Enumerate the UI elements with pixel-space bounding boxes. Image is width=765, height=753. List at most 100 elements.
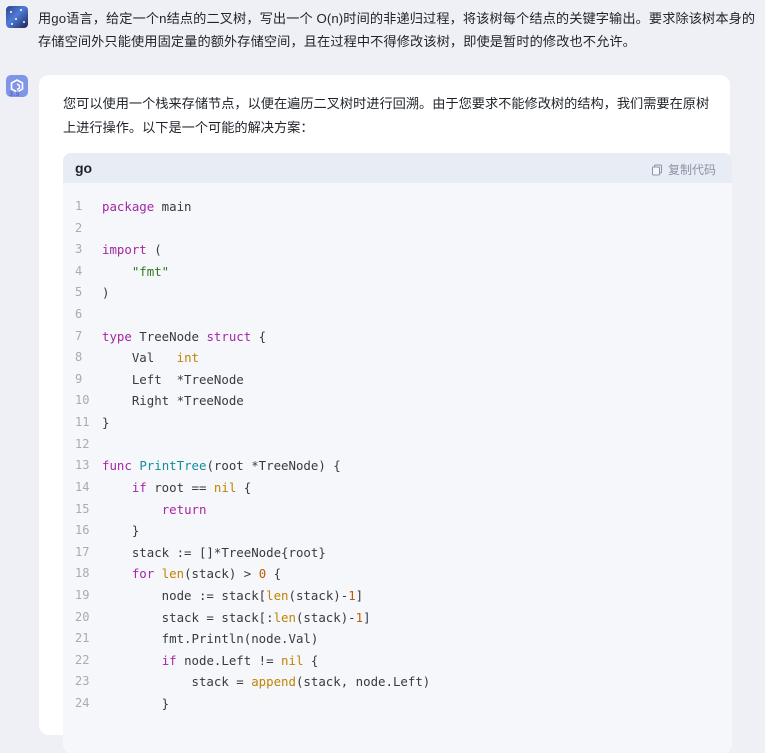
code-text: return [102, 499, 207, 521]
code-line: 15 return [63, 499, 732, 521]
line-number: 13 [75, 458, 90, 473]
code-token: func [102, 458, 132, 474]
code-text: type TreeNode struct { [102, 326, 266, 348]
code-token: ] [363, 609, 371, 625]
code-token: Val [102, 350, 177, 366]
code-token: ) [102, 285, 110, 301]
assistant-intro-text: 您可以使用一个栈来存储节点，以便在遍历二叉树时进行回溯。由于您要求不能修改树的结… [63, 96, 710, 135]
code-text: } [102, 520, 139, 542]
code-token: append [251, 674, 296, 690]
code-token: Right *TreeNode [102, 393, 244, 409]
code-text: node := stack[len(stack)-1] [102, 585, 363, 607]
code-token: ( [146, 242, 162, 258]
copy-icon [651, 164, 662, 175]
code-text: for len(stack) > 0 { [102, 563, 281, 585]
code-token: nil [281, 652, 304, 668]
code-line: 1 package main [63, 196, 732, 218]
line-number: 5 [75, 285, 83, 300]
code-token: (stack) > [184, 566, 259, 582]
code-text: Left *TreeNode [102, 369, 244, 391]
code-token: "fmt" [131, 263, 170, 279]
code-token: len [273, 609, 296, 625]
code-text: } [102, 693, 169, 715]
code-token: PrintTree [139, 458, 207, 474]
line-number: 22 [75, 652, 90, 667]
code-token: root == [146, 479, 214, 495]
code-token: 1 [355, 609, 364, 625]
code-token: { [303, 652, 319, 668]
code-line: 17 stack := []*TreeNode{root} [63, 542, 732, 564]
user-message-text: 用go语言，给定一个n结点的二叉树，写出一个 O(n)时间的非递归过程，将该树每… [38, 11, 756, 49]
code-text: import ( [102, 239, 162, 261]
code-text: Val int [102, 347, 199, 369]
user-avatar-icon [6, 6, 28, 28]
code-line: 14 if root == nil { [63, 477, 732, 499]
code-line: 6 [63, 304, 732, 326]
code-token: nil [213, 479, 237, 495]
line-number: 2 [75, 220, 83, 235]
code-token: } [102, 523, 140, 539]
code-line: 23 stack = append(stack, node.Left) [63, 671, 732, 693]
code-line: 8 Val int [63, 347, 732, 369]
code-token: TreeNode [131, 328, 207, 344]
code-line: 20 stack = stack[:len(stack)-1] [63, 607, 732, 629]
code-text: stack = stack[:len(stack)-1] [102, 607, 371, 629]
code-text: stack := []*TreeNode{root} [102, 542, 326, 564]
line-number: 23 [75, 674, 90, 689]
code-line: 16 } [63, 520, 732, 542]
code-body: 1 package main 2 3 import (4 "fmt" 5) 6 7 type T… [63, 196, 732, 715]
code-line: 9 Left *TreeNode [63, 369, 732, 391]
copy-code-label: 复制代码 [667, 163, 716, 177]
line-number: 18 [75, 566, 90, 581]
line-number: 17 [75, 544, 90, 559]
code-token: package [102, 199, 155, 214]
code-token: (stack)- [288, 587, 349, 603]
code-token: for [131, 566, 155, 582]
code-token: stack := []*TreeNode{root} [102, 544, 326, 560]
code-line: 10 Right *TreeNode [63, 390, 732, 412]
code-token: stack = stack[: [102, 609, 274, 625]
code-token: (stack)- [295, 609, 356, 625]
code-text: if root == nil { [102, 477, 251, 499]
code-token: import [102, 242, 147, 258]
line-number: 12 [75, 436, 90, 451]
code-token: type [102, 328, 132, 344]
code-token: 1 [348, 587, 356, 603]
code-text: stack = append(stack, node.Left) [102, 671, 431, 693]
line-number: 24 [75, 696, 90, 711]
line-number: 7 [75, 328, 83, 343]
line-number: 6 [75, 307, 83, 322]
code-line: 12 [63, 434, 732, 456]
model-version-badge: 3.5 [9, 91, 20, 98]
code-text: fmt.Println(node.Val) [102, 628, 319, 650]
code-line: 3 import ( [63, 239, 732, 261]
code-token: } [102, 415, 110, 431]
code-line: 11} [63, 412, 732, 434]
code-token: { [266, 566, 282, 582]
code-token: (root *TreeNode) { [206, 458, 341, 474]
code-line: 22 if node.Left != nil { [63, 650, 732, 672]
code-token: len [161, 566, 185, 582]
user-message-row: 用go语言，给定一个n结点的二叉树，写出一个 O(n)时间的非递归过程，将该树每… [0, 0, 765, 70]
code-language-label: go [75, 160, 93, 176]
line-number: 1 [75, 199, 83, 213]
code-text: package main [102, 196, 192, 218]
line-number: 10 [75, 393, 90, 408]
code-token: if [131, 479, 147, 495]
code-token: return [161, 501, 207, 517]
line-number: 21 [75, 631, 90, 646]
line-number: 11 [75, 415, 90, 430]
code-line: 5) [63, 282, 732, 304]
code-token: main [154, 199, 192, 214]
code-line: 24 } [63, 693, 732, 715]
line-number: 15 [75, 501, 90, 516]
code-line: 4 "fmt" [63, 261, 732, 283]
line-number: 14 [75, 479, 90, 494]
copy-code-button[interactable]: 复制代码 [651, 161, 716, 178]
line-number: 16 [75, 523, 90, 538]
